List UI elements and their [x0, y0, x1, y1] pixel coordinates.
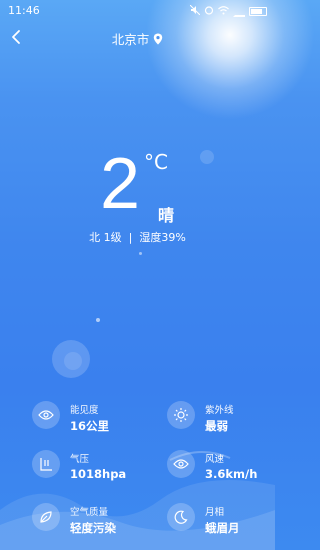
stat-value: 1018hpa: [70, 467, 127, 481]
weather-condition: 晴: [158, 206, 175, 225]
status-icons: [189, 4, 267, 18]
stat-label: 空气质量: [70, 507, 109, 518]
signal-icon: [233, 7, 245, 17]
moon-icon: [167, 503, 195, 531]
stat-uv: 紫外线 最弱: [167, 398, 297, 438]
temperature-value: 2: [100, 144, 141, 224]
status-bar: 11:46: [0, 0, 275, 22]
decor-dot: [96, 318, 100, 322]
mute-icon: [189, 4, 201, 18]
status-time: 11:46: [8, 4, 40, 17]
top-bar: 北京市: [0, 26, 275, 48]
stat-visibility: 能见度 16公里: [32, 398, 162, 438]
sun-icon: [167, 401, 195, 429]
stat-label: 能见度: [70, 405, 99, 416]
city-selector[interactable]: 北京市: [0, 29, 275, 48]
wind-info: 北 1级: [89, 231, 122, 244]
stat-value: 3.6km/h: [205, 467, 258, 481]
weather-meta: 北 1级 | 湿度39%: [0, 229, 275, 245]
stat-value: 蛾眉月: [205, 521, 240, 535]
city-name: 北京市: [111, 32, 150, 47]
stat-air-quality: 空气质量 轻度污染: [32, 500, 162, 540]
meta-separator: |: [128, 231, 133, 244]
stat-wind-speed: 风速 3.6km/h: [167, 447, 297, 487]
pressure-icon: [32, 450, 60, 478]
stat-label: 气压: [70, 454, 90, 465]
stat-label: 风速: [205, 454, 225, 465]
alarm-icon: [204, 5, 214, 18]
stat-moon-phase: 月相 蛾眉月: [167, 500, 297, 540]
stat-value: 轻度污染: [70, 521, 116, 535]
decor-bubble: [64, 352, 82, 370]
stat-label: 月相: [205, 507, 225, 518]
temperature-unit: °C: [144, 150, 168, 174]
stat-value: 16公里: [70, 419, 110, 433]
wifi-icon: [218, 5, 229, 18]
current-weather: 2 °C 晴: [0, 144, 275, 230]
stat-value: 最弱: [205, 419, 228, 433]
battery-icon: [249, 7, 267, 16]
leaf-icon: [32, 503, 60, 531]
eye-icon: [32, 401, 60, 429]
stat-label: 紫外线: [205, 405, 234, 416]
humidity-info: 湿度39%: [139, 231, 186, 244]
decor-dot: [139, 252, 142, 255]
eye-icon: [167, 450, 195, 478]
location-pin-icon: [154, 33, 163, 44]
stat-pressure: 气压 1018hpa: [32, 447, 162, 487]
